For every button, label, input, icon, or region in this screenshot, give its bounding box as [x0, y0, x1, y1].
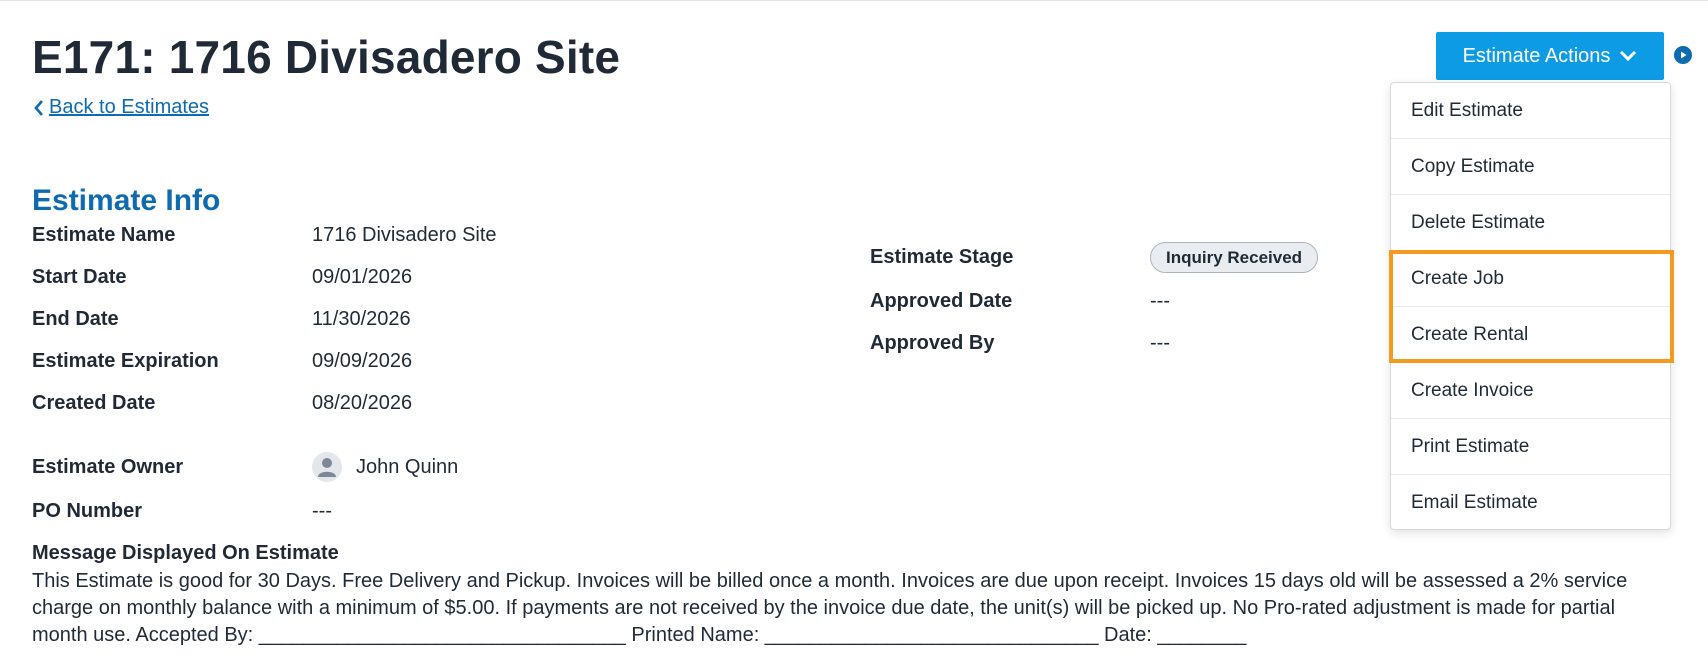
top-border: [0, 0, 1708, 1]
created-date-value: 08/20/2026: [312, 392, 413, 414]
created-date-label: Created Date: [32, 392, 156, 414]
estimate-owner-value: John Quinn: [356, 456, 459, 478]
po-number-value: ---: [312, 500, 332, 522]
estimate-stage-label: Estimate Stage: [870, 246, 1014, 268]
estimate-name-label: Estimate Name: [32, 224, 176, 246]
page-title: E171: 1716 Divisadero Site: [32, 31, 621, 83]
approved-date-label: Approved Date: [870, 290, 1013, 312]
menu-item-create-job[interactable]: Create Job: [1391, 251, 1670, 307]
start-date-label: Start Date: [32, 266, 127, 288]
menu-item-delete-estimate[interactable]: Delete Estimate: [1391, 195, 1670, 251]
menu-item-print-estimate[interactable]: Print Estimate: [1391, 419, 1670, 475]
message-text: This Estimate is good for 30 Days. Free …: [32, 570, 1628, 646]
estimate-name-value: 1716 Divisadero Site: [312, 224, 497, 246]
estimate-expiration-label: Estimate Expiration: [32, 350, 219, 372]
back-link-label: Back to Estimates: [49, 96, 210, 118]
start-date-value: 09/01/2026: [312, 266, 413, 288]
po-number-label: PO Number: [32, 500, 143, 522]
estimate-actions-menu: Edit Estimate Copy Estimate Delete Estim…: [1390, 82, 1671, 530]
estimate-actions-button[interactable]: Estimate Actions: [1436, 32, 1664, 80]
estimate-actions-label: Estimate Actions: [1462, 44, 1611, 67]
approved-by-value: ---: [1150, 332, 1170, 354]
section-title: Estimate Info: [32, 184, 221, 217]
menu-item-copy-estimate[interactable]: Copy Estimate: [1391, 139, 1670, 195]
chevron-down-icon: [1620, 50, 1637, 62]
estimate-owner-label: Estimate Owner: [32, 456, 184, 478]
approved-date-value: ---: [1150, 290, 1170, 312]
play-circle-icon[interactable]: [1674, 46, 1692, 64]
message-label: Message Displayed On Estimate: [32, 542, 339, 564]
chevron-left-icon: [34, 99, 43, 116]
user-avatar-icon: [312, 452, 342, 482]
menu-item-email-estimate[interactable]: Email Estimate: [1391, 475, 1670, 531]
end-date-value: 11/30/2026: [312, 308, 411, 330]
back-to-estimates-link[interactable]: Back to Estimates: [32, 96, 209, 119]
estimate-expiration-value: 09/09/2026: [312, 350, 413, 372]
menu-item-create-invoice[interactable]: Create Invoice: [1391, 363, 1670, 419]
estimate-stage-badge: Inquiry Received: [1150, 242, 1319, 273]
end-date-label: End Date: [32, 308, 119, 330]
menu-item-create-rental[interactable]: Create Rental: [1391, 307, 1670, 363]
menu-item-edit-estimate[interactable]: Edit Estimate: [1391, 83, 1670, 139]
approved-by-label: Approved By: [870, 332, 995, 354]
